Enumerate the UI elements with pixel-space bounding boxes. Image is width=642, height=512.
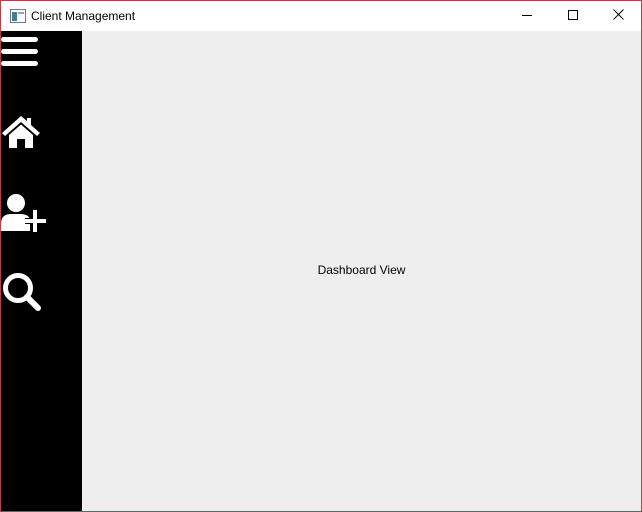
search-icon bbox=[1, 271, 53, 315]
title-bar[interactable]: Client Management bbox=[1, 1, 641, 31]
home-icon bbox=[1, 111, 53, 151]
hamburger-menu-icon bbox=[1, 33, 53, 69]
window-title: Client Management bbox=[31, 9, 136, 23]
sidebar bbox=[1, 31, 82, 511]
maximize-icon bbox=[568, 7, 578, 25]
sidebar-item-add-client[interactable] bbox=[1, 191, 53, 235]
close-button[interactable] bbox=[595, 1, 641, 31]
app-window-icon bbox=[10, 9, 26, 23]
add-user-icon bbox=[1, 191, 53, 233]
maximize-button[interactable] bbox=[550, 1, 596, 31]
dashboard-view-label: Dashboard View bbox=[317, 263, 406, 277]
minimize-button[interactable] bbox=[504, 1, 550, 31]
app-window: Client Management Dashboard View bbox=[0, 0, 642, 512]
menu-toggle-button[interactable] bbox=[1, 33, 53, 77]
sidebar-item-home[interactable] bbox=[1, 111, 53, 155]
main-content: Dashboard View bbox=[82, 31, 641, 511]
close-icon bbox=[612, 7, 624, 25]
minimize-icon bbox=[522, 7, 532, 25]
sidebar-item-search[interactable] bbox=[1, 271, 53, 315]
